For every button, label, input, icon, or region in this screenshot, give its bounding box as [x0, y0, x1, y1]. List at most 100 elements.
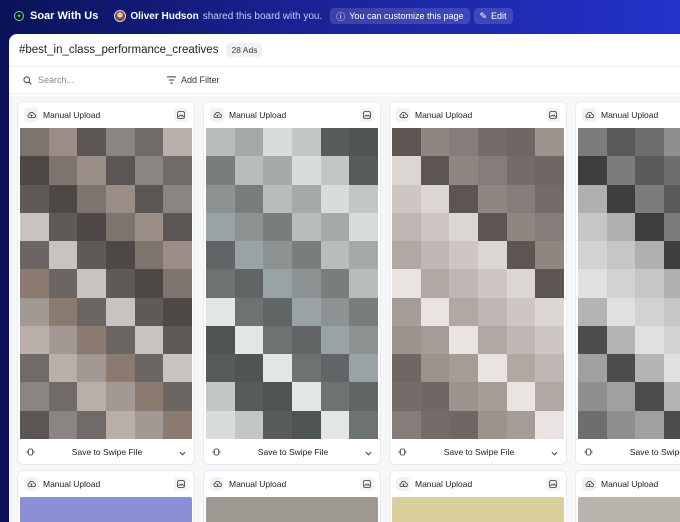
media-preview-icon[interactable]: [174, 477, 188, 491]
thumbnail-pixel: [477, 128, 507, 157]
ad-card[interactable]: Manual Upload: [575, 470, 680, 522]
thumbnail-pixel: [606, 241, 636, 270]
thumbnail-pixel: [77, 156, 106, 185]
thumbnail-pixel: [291, 382, 321, 411]
thumbnail-pixel: [263, 382, 292, 411]
chevron-down-icon[interactable]: [551, 443, 558, 461]
search-box[interactable]: [9, 75, 155, 85]
thumbnail-pixel: [449, 354, 478, 383]
thumbnail-pixel: [449, 325, 478, 355]
save-to-swipe-file-button[interactable]: Save to Swipe File: [72, 447, 142, 457]
media-preview-icon[interactable]: [360, 108, 374, 122]
ad-thumbnail[interactable]: [206, 128, 378, 439]
upload-cloud-icon: [582, 108, 596, 122]
ad-thumbnail[interactable]: [20, 128, 192, 439]
ad-card[interactable]: Manual Upload Save to Swipe File: [575, 101, 680, 465]
ad-source-label: Manual Upload: [415, 110, 473, 120]
thumbnail-pixel: [606, 184, 636, 213]
thumbnail-pixel: [578, 410, 607, 439]
ad-thumbnail[interactable]: [578, 128, 680, 439]
thumbnail-pixel: [578, 128, 607, 157]
thumbnail-pixel: [663, 410, 680, 439]
upload-cloud-icon: [582, 477, 596, 491]
edit-button[interactable]: ✎ Edit: [473, 8, 513, 24]
ad-card[interactable]: Manual Upload Save to Swipe File: [203, 101, 381, 465]
brand-logo-icon: ✦: [14, 11, 24, 21]
thumbnail-pixel: [392, 241, 421, 270]
thumbnail-pixel: [234, 184, 264, 213]
thumbnail-pixel: [578, 156, 607, 185]
thumbnail-pixel: [134, 269, 164, 298]
thumbnail-pixel: [48, 382, 78, 411]
thumbnail-pixel: [635, 354, 664, 383]
thumbnail-pixel: [477, 212, 507, 242]
thumbnail-pixel: [291, 212, 321, 242]
chevron-down-icon[interactable]: [365, 443, 372, 461]
thumbnail-pixel: [349, 128, 378, 157]
ad-thumbnail[interactable]: [206, 497, 378, 522]
thumbnail-pixel: [291, 269, 321, 298]
save-to-swipe-file-button[interactable]: Save to Swipe File: [444, 447, 514, 457]
thumbnail-pixel: [635, 212, 664, 242]
ad-card-footer: Save to Swipe File: [576, 439, 680, 464]
thumbnail-pixel: [392, 382, 421, 411]
ad-thumbnail[interactable]: [20, 497, 192, 522]
thumbnail-pixel: [635, 382, 664, 411]
ad-thumbnail[interactable]: [392, 497, 564, 522]
ad-card[interactable]: Manual Upload: [203, 470, 381, 522]
thumbnail-pixel: [77, 184, 106, 213]
thumbnail-pixel: [392, 325, 421, 355]
ad-thumbnail[interactable]: [392, 128, 564, 439]
ad-card[interactable]: Manual Upload Save to Swipe File: [389, 101, 567, 465]
thumbnail-pixel: [320, 156, 350, 185]
ad-card[interactable]: Manual Upload: [389, 470, 567, 522]
thumbnail-pixel: [349, 325, 378, 355]
thumbnail-pixel: [506, 212, 536, 242]
thumbnail-pixel: [506, 354, 536, 383]
thumbnail-pixel: [234, 410, 264, 439]
thumbnail-pixel: [320, 184, 350, 213]
thumbnail-pixel: [349, 156, 378, 185]
thumbnail-pixel: [420, 410, 450, 439]
thumbnail-pixel: [477, 269, 507, 298]
ad-thumbnail[interactable]: [578, 497, 680, 522]
thumbnail-pixel: [349, 269, 378, 298]
thumbnail-pixel: [48, 325, 78, 355]
ad-source: Manual Upload: [210, 477, 286, 491]
ad-card[interactable]: Manual Upload: [17, 470, 195, 522]
ad-card[interactable]: Manual Upload Save to Swipe File: [17, 101, 195, 465]
thumbnail-pixel: [420, 297, 450, 326]
thumbnail-pixel: [663, 184, 680, 213]
thumbnail-pixel: [477, 297, 507, 326]
thumbnail-pixel: [20, 241, 49, 270]
thumbnail-pixel: [506, 297, 536, 326]
media-preview-icon[interactable]: [360, 477, 374, 491]
save-to-swipe-file-button[interactable]: Save to Swipe File: [258, 447, 328, 457]
media-preview-icon[interactable]: [546, 108, 560, 122]
thumbnail-pixel: [635, 156, 664, 185]
thumbnail-pixel: [163, 325, 192, 355]
thumbnail-pixel: [420, 156, 450, 185]
search-input[interactable]: [38, 75, 148, 85]
thumbnail-pixel: [291, 156, 321, 185]
thumbnail-pixel: [392, 354, 421, 383]
ad-card-footer: Save to Swipe File: [390, 439, 566, 464]
media-preview-icon[interactable]: [546, 477, 560, 491]
ad-card-header: Manual Upload: [390, 102, 566, 128]
thumbnail-pixel: [578, 269, 607, 298]
ad-card-header: Manual Upload: [204, 102, 380, 128]
thumbnail-pixel: [206, 128, 235, 157]
thumbnail-pixel: [320, 354, 350, 383]
ad-source: Manual Upload: [24, 108, 100, 122]
chevron-down-icon[interactable]: [179, 443, 186, 461]
thumbnail-pixel: [48, 241, 78, 270]
thumbnail-pixel: [291, 325, 321, 355]
thumbnail-pixel: [20, 212, 49, 242]
thumbnail-pixel: [535, 325, 564, 355]
board-panel: #best_in_class_performance_creatives 28 …: [9, 34, 680, 522]
thumbnail-pixel: [420, 382, 450, 411]
save-to-swipe-file-button[interactable]: Save to Swipe File: [630, 447, 680, 457]
media-preview-icon[interactable]: [174, 108, 188, 122]
add-filter-button[interactable]: Add Filter: [167, 75, 220, 85]
thumbnail-pixel: [663, 241, 680, 270]
